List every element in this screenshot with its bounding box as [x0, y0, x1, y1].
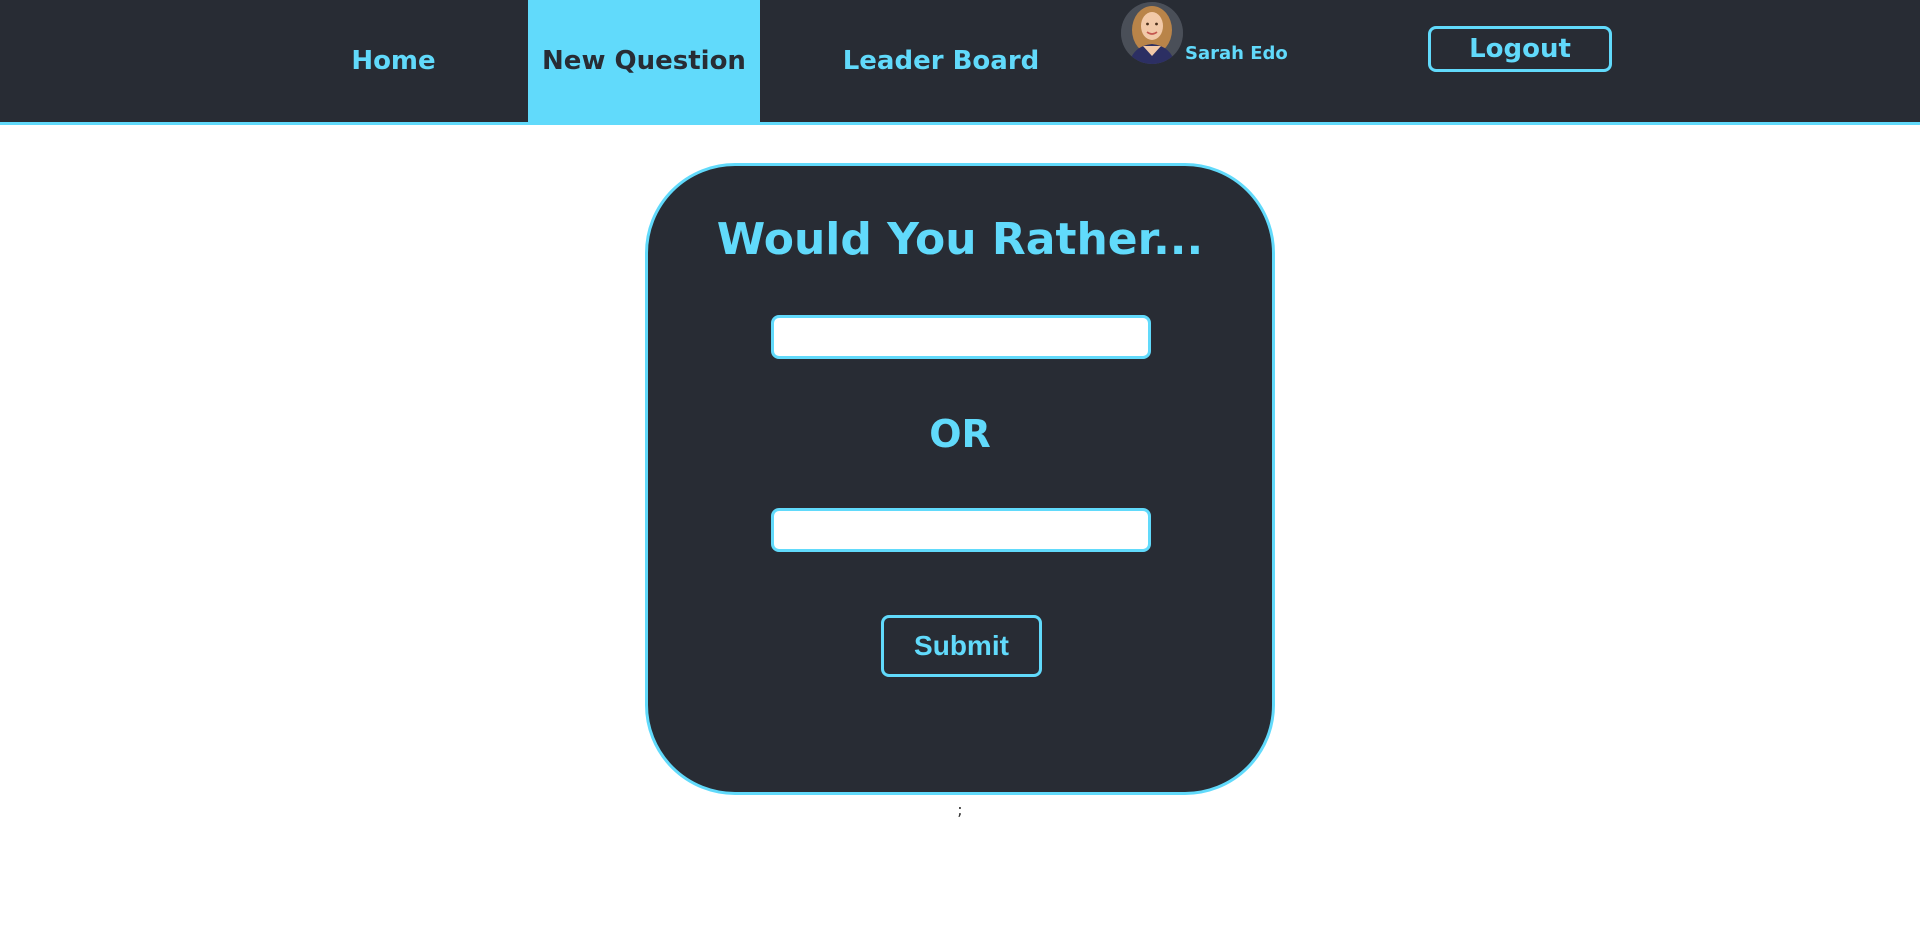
logout-button[interactable]: Logout [1428, 26, 1612, 72]
nav-leader-board-label: Leader Board [842, 46, 1040, 76]
stray-semicolon-text: ; [957, 800, 963, 819]
top-navbar: Home New Question Leader Board Sarah Edo… [0, 0, 1920, 125]
nav-home-link[interactable]: Home [330, 0, 457, 122]
current-user: Sarah Edo [1121, 0, 1288, 64]
user-avatar [1121, 2, 1183, 64]
option-one-input[interactable] [771, 315, 1151, 359]
new-question-card: Would You Rather... OR Submit [645, 163, 1275, 795]
logout-label: Logout [1469, 34, 1571, 64]
or-separator: OR [929, 412, 991, 456]
nav-new-question-link[interactable]: New Question [528, 0, 760, 122]
user-name-label: Sarah Edo [1185, 43, 1288, 64]
option-two-input[interactable] [771, 508, 1151, 552]
nav-leader-board-link[interactable]: Leader Board [830, 0, 1052, 122]
submit-button[interactable]: Submit [881, 615, 1042, 677]
nav-home-label: Home [351, 46, 436, 76]
card-title: Would You Rather... [716, 214, 1204, 265]
nav-new-question-label: New Question [542, 46, 746, 76]
